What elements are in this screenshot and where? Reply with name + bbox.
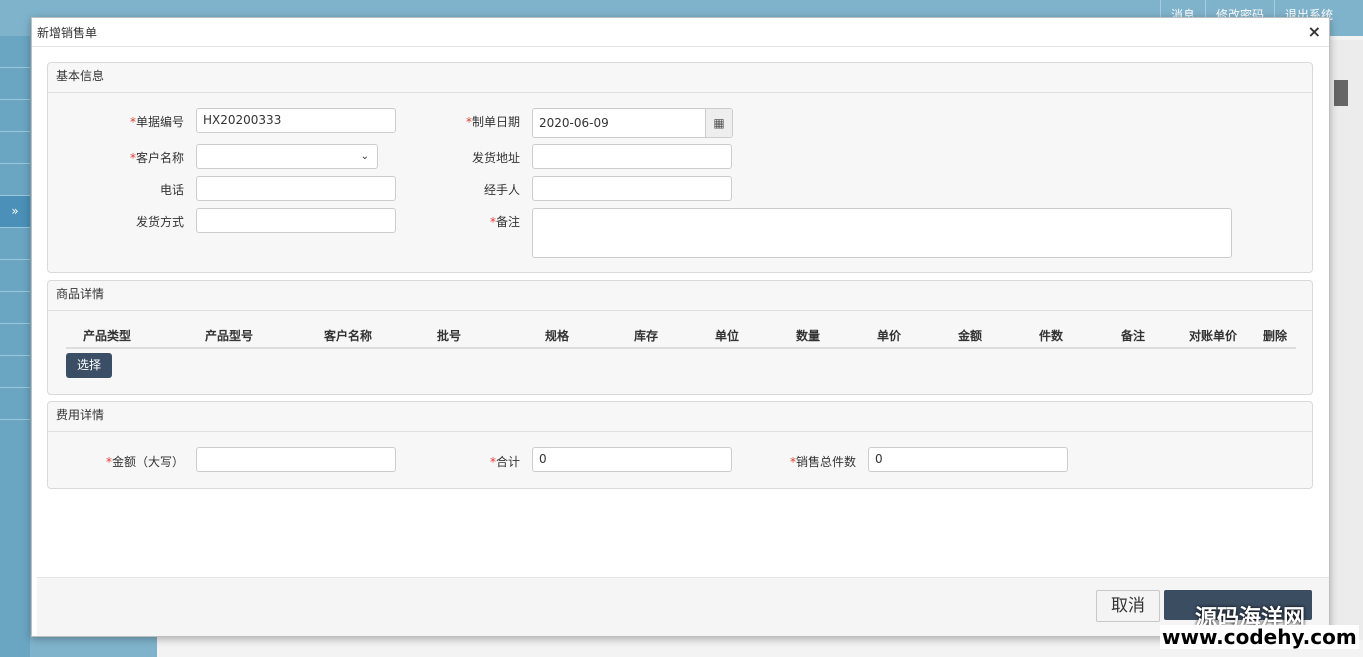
column-header: 单位: [715, 329, 740, 343]
sidebar-item[interactable]: [0, 292, 30, 324]
fees-panel: 费用详情 *金额（大写） *合计 0 *销售总件数 0: [47, 401, 1313, 489]
column-header: 件数: [1039, 329, 1064, 343]
date-input[interactable]: 2020-06-09 ▦: [532, 108, 733, 138]
column-header: 数量: [796, 329, 821, 343]
doc-no-input[interactable]: HX20200333: [196, 108, 396, 133]
column-header: 规格: [545, 329, 570, 343]
calendar-icon[interactable]: ▦: [705, 109, 732, 137]
app-right-panel: [1329, 40, 1363, 640]
sidebar-item[interactable]: [0, 324, 30, 356]
handler-input[interactable]: [532, 176, 732, 201]
app-sidebar: »: [0, 36, 30, 657]
column-header: 库存: [634, 329, 659, 343]
remark-textarea[interactable]: [532, 208, 1232, 258]
column-header: 金额: [958, 329, 983, 343]
ship-addr-label: 发货地址: [471, 151, 520, 165]
remark-label: *备注: [489, 215, 520, 229]
column-header: 产品类型: [83, 329, 132, 343]
dialog-title: 新增销售单: [37, 26, 98, 40]
date-label: *制单日期: [465, 115, 520, 129]
amount-label: *金额（大写）: [105, 455, 184, 469]
dialog-header: 新增销售单 ×: [32, 18, 1329, 47]
sidebar-item[interactable]: [0, 356, 30, 388]
dialog-body: 基本信息 *单据编号 HX20200333 *制单日期 2020-06-09 ▦…: [32, 47, 1329, 577]
column-header: 单价: [877, 329, 902, 343]
total-input[interactable]: 0: [532, 447, 732, 472]
sidebar-expand-icon[interactable]: »: [0, 196, 30, 228]
customer-select[interactable]: ⌄: [196, 144, 378, 169]
amount-input[interactable]: [196, 447, 396, 472]
scroll-handle[interactable]: [1334, 80, 1348, 106]
cancel-button[interactable]: 取消: [1096, 590, 1160, 622]
sidebar-item[interactable]: [0, 164, 30, 196]
new-sales-order-dialog: 新增销售单 × 基本信息 *单据编号 HX20200333 *制单日期 2020…: [31, 17, 1330, 637]
goods-heading: 商品详情: [48, 281, 1312, 311]
phone-input[interactable]: [196, 176, 396, 201]
select-products-button[interactable]: 选择: [66, 353, 112, 378]
close-icon[interactable]: ×: [1308, 22, 1321, 41]
watermark-url: www.codehy.com: [1160, 625, 1359, 649]
goods-table-header: 产品类型 产品型号 客户名称 批号 规格 库存 单位 数量 单价 金额 件数 备…: [66, 325, 1296, 349]
total-label: *合计: [489, 455, 520, 469]
sidebar-item[interactable]: [0, 228, 30, 260]
column-header: 删除: [1263, 329, 1288, 343]
sidebar-item[interactable]: [0, 260, 30, 292]
qty-input[interactable]: 0: [868, 447, 1068, 472]
qty-label: *销售总件数: [789, 455, 856, 469]
column-header: 产品型号: [205, 329, 254, 343]
ship-method-input[interactable]: [196, 208, 396, 233]
sidebar-item[interactable]: [0, 68, 30, 100]
ship-addr-input[interactable]: [532, 144, 732, 169]
column-header: 对账单价: [1189, 329, 1238, 343]
date-value: 2020-06-09: [539, 116, 609, 130]
sidebar-item[interactable]: [0, 132, 30, 164]
sidebar-item[interactable]: [0, 388, 30, 420]
fees-heading: 费用详情: [48, 402, 1312, 432]
goods-panel: 商品详情 产品类型 产品型号 客户名称 批号 规格 库存 单位 数量 单价 金额…: [47, 280, 1313, 395]
doc-no-label: *单据编号: [129, 115, 184, 129]
column-header: 备注: [1121, 329, 1146, 343]
phone-label: 电话: [159, 183, 184, 197]
column-header: 批号: [437, 329, 462, 343]
basic-info-heading: 基本信息: [48, 63, 1312, 93]
sidebar-item[interactable]: [0, 36, 30, 68]
ship-method-label: 发货方式: [135, 215, 184, 229]
column-header: 客户名称: [324, 329, 373, 343]
sidebar-item[interactable]: [0, 100, 30, 132]
basic-info-panel: 基本信息 *单据编号 HX20200333 *制单日期 2020-06-09 ▦…: [47, 62, 1313, 273]
chevron-down-icon: ⌄: [360, 151, 369, 162]
customer-label: *客户名称: [129, 151, 184, 165]
handler-label: 经手人: [483, 183, 520, 197]
